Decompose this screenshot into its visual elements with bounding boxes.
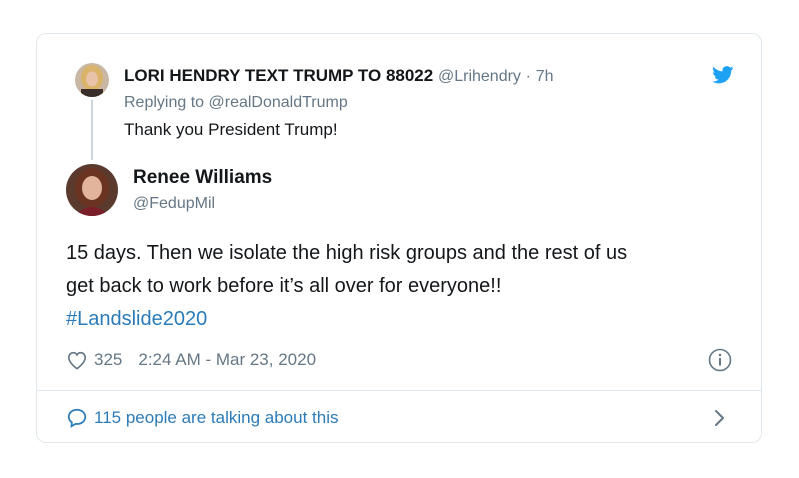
- twitter-bird-icon[interactable]: [712, 66, 734, 84]
- conversation-count-label: 115 people are talking about this: [94, 408, 339, 427]
- tweet-text: 15 days. Then we isolate the high risk g…: [66, 237, 736, 336]
- heart-icon[interactable]: [66, 350, 88, 370]
- parent-time[interactable]: 7h: [536, 68, 554, 85]
- parent-author-handle[interactable]: @Lrihendry: [438, 68, 521, 85]
- tweet-text-line: get back to work before it’s all over fo…: [66, 275, 502, 297]
- parent-avatar[interactable]: [75, 63, 109, 97]
- embedded-tweet-card: LORI HENDRY TEXT TRUMP TO 88022 @Lrihend…: [36, 33, 762, 443]
- thread-line: [91, 100, 93, 160]
- info-icon[interactable]: [708, 348, 732, 372]
- parent-tweet-text: Thank you President Trump!: [124, 120, 338, 139]
- chevron-right-icon[interactable]: [713, 408, 727, 428]
- replying-prefix: Replying to: [124, 94, 209, 111]
- tweet-timestamp[interactable]: 2:24 AM - Mar 23, 2020: [138, 349, 316, 371]
- parent-header: LORI HENDRY TEXT TRUMP TO 88022 @Lrihend…: [124, 65, 554, 88]
- tweet-meta: 325 2:24 AM - Mar 23, 2020: [66, 349, 316, 371]
- like-count[interactable]: 325: [94, 349, 122, 371]
- parent-author-name[interactable]: LORI HENDRY TEXT TRUMP TO 88022: [124, 66, 433, 85]
- conversation-link[interactable]: 115 people are talking about this: [66, 406, 338, 430]
- author-handle[interactable]: @FedupMil: [133, 193, 215, 215]
- replying-to-handle[interactable]: @realDonaldTrump: [209, 94, 348, 111]
- hashtag-link[interactable]: #Landslide2020: [66, 303, 736, 336]
- footer-divider: [37, 390, 761, 391]
- author-name[interactable]: Renee Williams: [133, 166, 272, 190]
- replying-to: Replying to @realDonaldTrump: [124, 92, 348, 114]
- separator-dot: ·: [525, 68, 531, 85]
- author-avatar[interactable]: [66, 164, 118, 216]
- speech-bubble-icon: [67, 408, 87, 428]
- tweet-text-line: 15 days. Then we isolate the high risk g…: [66, 242, 628, 264]
